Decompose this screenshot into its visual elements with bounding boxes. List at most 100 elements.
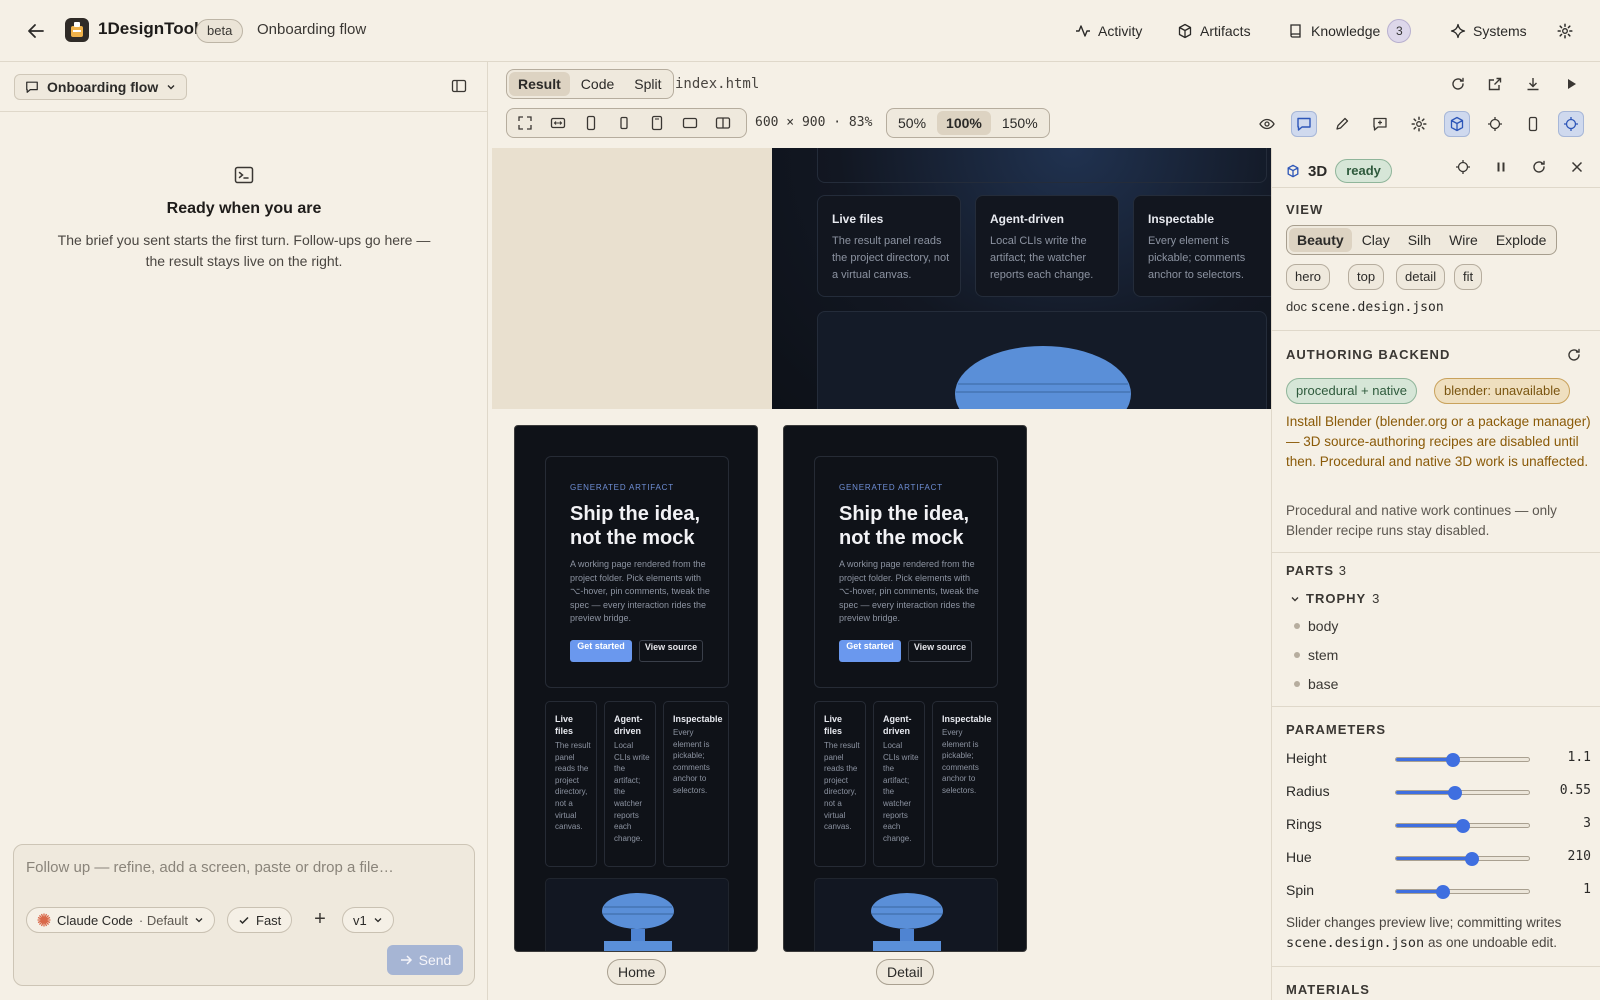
device-phone-small-button[interactable] bbox=[612, 110, 636, 136]
zoom-100[interactable]: 100% bbox=[937, 111, 991, 135]
camera-detail[interactable]: detail bbox=[1396, 264, 1446, 290]
mobile-view-button[interactable] bbox=[1520, 111, 1546, 137]
fullscreen-button[interactable] bbox=[513, 110, 537, 136]
slider-thumb[interactable] bbox=[1447, 786, 1462, 800]
phone-feature-card: Live files The result panel reads the pr… bbox=[545, 701, 597, 867]
param-slider[interactable] bbox=[1395, 885, 1530, 899]
refresh-button[interactable] bbox=[1445, 71, 1471, 97]
pencil-icon bbox=[1336, 117, 1349, 130]
pick-element-button[interactable] bbox=[1558, 111, 1584, 137]
part-dot bbox=[1294, 652, 1300, 658]
view-mode-beauty[interactable]: Beauty bbox=[1289, 228, 1352, 252]
comment-mode-button[interactable] bbox=[1291, 111, 1317, 137]
inspect-button[interactable] bbox=[1482, 111, 1508, 137]
camera-fit[interactable]: fit bbox=[1454, 264, 1483, 290]
phone-card-text: Local CLIs write the artifact; the watch… bbox=[614, 741, 650, 843]
preview-visibility-button[interactable] bbox=[1254, 111, 1280, 137]
device-toolbar bbox=[506, 108, 747, 138]
phone-secondary-button[interactable]: View source bbox=[639, 640, 703, 662]
open-external-button[interactable] bbox=[1482, 71, 1508, 97]
nav-systems[interactable]: Systems bbox=[1450, 19, 1527, 43]
edit-mode-button[interactable] bbox=[1329, 111, 1355, 137]
param-slider[interactable] bbox=[1395, 786, 1530, 800]
part-item[interactable]: base bbox=[1294, 676, 1338, 692]
chevron-down-icon bbox=[195, 918, 203, 923]
chevron-down-icon bbox=[167, 85, 175, 90]
play-button[interactable] bbox=[1558, 71, 1584, 97]
part-item[interactable]: body bbox=[1294, 618, 1338, 634]
zoom-50[interactable]: 50% bbox=[889, 111, 935, 135]
tab-result[interactable]: Result bbox=[509, 72, 570, 96]
close-button[interactable] bbox=[1564, 154, 1590, 180]
view-mode-wire[interactable]: Wire bbox=[1441, 228, 1486, 252]
annotations-button[interactable] bbox=[1367, 111, 1393, 137]
param-slider[interactable] bbox=[1395, 819, 1530, 833]
settings-button[interactable] bbox=[1552, 18, 1578, 44]
param-slider[interactable] bbox=[1395, 753, 1530, 767]
device-desktop-button[interactable] bbox=[678, 110, 702, 136]
backend-refresh-button[interactable] bbox=[1561, 342, 1587, 368]
composer: Follow up — refine, add a screen, paste … bbox=[13, 844, 475, 986]
phone-label-detail[interactable]: Detail bbox=[876, 959, 934, 985]
device-phone-button[interactable] bbox=[579, 110, 603, 136]
part-item[interactable]: stem bbox=[1294, 647, 1338, 663]
param-slider[interactable] bbox=[1395, 852, 1530, 866]
tab-code[interactable]: Code bbox=[572, 72, 623, 96]
phone-primary-button[interactable]: Get started bbox=[839, 640, 901, 662]
reset-button[interactable] bbox=[1526, 154, 1552, 180]
speed-toggle[interactable]: Fast bbox=[227, 907, 293, 933]
top-bar: 1DesignTool beta Onboarding flow Activit… bbox=[0, 0, 1600, 62]
zoom-150[interactable]: 150% bbox=[993, 111, 1047, 135]
back-arrow-icon[interactable] bbox=[24, 19, 48, 43]
feature-card-title: Inspectable bbox=[1148, 212, 1215, 226]
param-radius: Radius 0.55 bbox=[1286, 782, 1591, 802]
phone-primary-button[interactable]: Get started bbox=[570, 640, 632, 662]
compare-button[interactable] bbox=[711, 110, 735, 136]
phone-preview-home[interactable]: GENERATED ARTIFACT Ship the idea, not th… bbox=[514, 425, 758, 952]
part-group-trophy[interactable]: TROPHY 3 bbox=[1290, 591, 1380, 606]
slider-thumb[interactable] bbox=[1464, 852, 1479, 866]
phone-small-icon bbox=[620, 116, 628, 130]
view-mode-silh[interactable]: Silh bbox=[1400, 228, 1439, 252]
tab-split[interactable]: Split bbox=[625, 72, 670, 96]
divider bbox=[1272, 966, 1600, 967]
pause-button[interactable] bbox=[1488, 154, 1514, 180]
empty-state-title: Ready when you are bbox=[166, 200, 322, 217]
nav-artifacts[interactable]: Artifacts bbox=[1177, 19, 1251, 43]
slider-fill bbox=[1396, 857, 1472, 860]
view-mode-clay[interactable]: Clay bbox=[1354, 228, 1398, 252]
phone-preview-detail[interactable]: GENERATED ARTIFACT Ship the idea, not th… bbox=[783, 425, 1027, 952]
camera-top[interactable]: top bbox=[1348, 264, 1385, 290]
fit-width-button[interactable] bbox=[546, 110, 570, 136]
gear-icon bbox=[1411, 116, 1427, 132]
feature-card: Agent-driven Local CLIs write the artifa… bbox=[975, 195, 1119, 297]
attach-button[interactable]: + bbox=[307, 907, 333, 933]
phone-feature-card: Inspectable Every element is pickable; c… bbox=[663, 701, 729, 867]
slider-thumb[interactable] bbox=[1435, 885, 1450, 899]
3d-panel-button[interactable] bbox=[1444, 111, 1470, 137]
slider-thumb[interactable] bbox=[1455, 819, 1470, 833]
nav-knowledge[interactable]: Knowledge 3 bbox=[1288, 19, 1412, 43]
slider-thumb[interactable] bbox=[1446, 753, 1461, 767]
phone-icon bbox=[1528, 116, 1538, 132]
tweaks-button[interactable] bbox=[1406, 111, 1432, 137]
version-selector[interactable]: v1 bbox=[342, 907, 394, 933]
sidebar-toggle-icon[interactable] bbox=[451, 78, 467, 94]
nav-activity[interactable]: Activity bbox=[1075, 19, 1142, 43]
send-button[interactable]: Send bbox=[387, 945, 463, 975]
download-button[interactable] bbox=[1520, 71, 1546, 97]
phone-secondary-button[interactable]: View source bbox=[908, 640, 972, 662]
preview-frame-desktop[interactable]: Live files The result panel reads the pr… bbox=[772, 148, 1271, 409]
phone-label-home[interactable]: Home bbox=[607, 959, 667, 985]
feature-card: Live files The result panel reads the pr… bbox=[817, 195, 961, 297]
view-mode-explode[interactable]: Explode bbox=[1488, 228, 1555, 252]
external-link-icon bbox=[1488, 77, 1502, 91]
tablet-icon bbox=[651, 115, 663, 131]
camera-hero[interactable]: hero bbox=[1286, 264, 1331, 290]
gear-icon bbox=[1557, 23, 1573, 39]
model-selector[interactable]: Claude Code · Default bbox=[26, 907, 216, 933]
device-tablet-button[interactable] bbox=[645, 110, 669, 136]
composer-input[interactable]: Follow up — refine, add a screen, paste … bbox=[26, 859, 394, 876]
recenter-button[interactable] bbox=[1450, 154, 1476, 180]
conversation-selector[interactable]: Onboarding flow bbox=[14, 74, 187, 100]
